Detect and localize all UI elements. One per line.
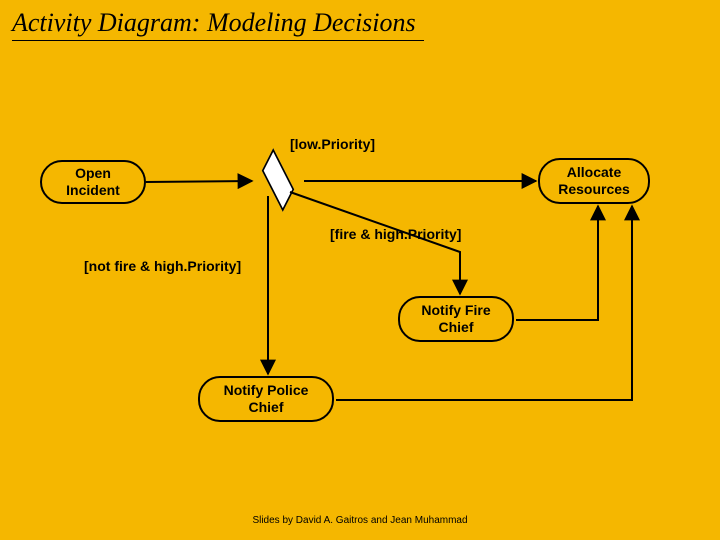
activity-open-incident: Open Incident bbox=[40, 160, 146, 204]
footer-credits: Slides by David A. Gaitros and Jean Muha… bbox=[0, 515, 720, 526]
guard-not-fire-high-priority: [not fire & high.Priority] bbox=[84, 258, 241, 274]
slide: Activity Diagram: Modeling Decisions Ope… bbox=[0, 0, 720, 540]
edge-fire-chief-to-allocate bbox=[516, 206, 598, 320]
edge-open-to-decision bbox=[146, 181, 252, 182]
page-title: Activity Diagram: Modeling Decisions bbox=[12, 8, 424, 41]
guard-low-priority: [low.Priority] bbox=[290, 136, 375, 152]
activity-notify-fire-chief: Notify Fire Chief bbox=[398, 296, 514, 342]
edge-decision-to-fire-chief bbox=[290, 192, 460, 294]
activity-notify-police-chief: Notify Police Chief bbox=[198, 376, 334, 422]
decision-node bbox=[256, 168, 300, 192]
guard-fire-high-priority: [fire & high.Priority] bbox=[330, 226, 461, 242]
activity-allocate-resources: Allocate Resources bbox=[538, 158, 650, 204]
